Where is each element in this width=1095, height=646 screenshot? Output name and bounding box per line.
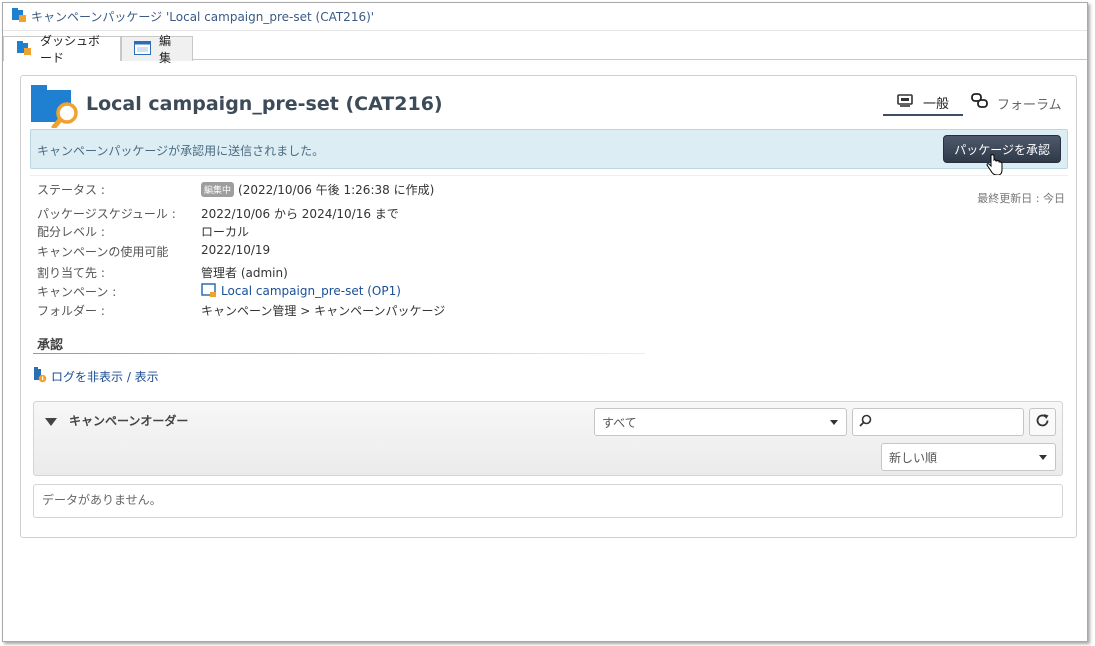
approval-section-title: 承認 — [37, 338, 64, 353]
tab-edit[interactable]: 編集 — [121, 34, 193, 65]
banner-message: キャンペーンパッケージが承認用に送信されました。 — [37, 144, 325, 158]
toggle-log-label: ログを非表示 / 表示 — [51, 369, 159, 384]
edit-form-icon — [134, 40, 151, 58]
status-badge: 編集中 — [201, 182, 235, 197]
campaign-orders-title: キャンペーンオーダー — [69, 414, 189, 428]
availability-label: キャンペーンの使用可能 — [37, 245, 169, 259]
folder-value: キャンペーン管理 > キャンペーンパッケージ — [201, 304, 446, 318]
assignee-value: 管理者 (admin) — [201, 266, 288, 280]
refresh-icon — [1035, 413, 1050, 431]
tab-forum-label: フォーラム — [997, 97, 1062, 113]
empty-state-message: データがありません。 — [42, 493, 162, 507]
campaign-orders-panel: キャンペーンオーダー すべて 新しい順 — [33, 401, 1063, 476]
last-updated: 最終更新日 : 今日 — [977, 192, 1065, 205]
approval-section-divider — [33, 353, 645, 354]
page-title: Local campaign_pre-set (CAT216) — [86, 93, 443, 115]
sort-select-value: 新しい順 — [889, 450, 938, 465]
status-value-wrap: 編集中 (2022/10/06 午後 1:26:38 に作成) — [201, 181, 434, 198]
status-value: (2022/10/06 午後 1:26:38 に作成) — [238, 183, 435, 197]
campaign-package-icon — [11, 7, 27, 26]
tab-dashboard-label: ダッシュボード — [40, 34, 101, 65]
collapse-caret-icon[interactable] — [45, 418, 57, 426]
tab-edit-label: 編集 — [159, 34, 172, 65]
distribution-label: 配分レベル : — [37, 225, 105, 239]
log-info-icon — [33, 366, 47, 386]
empty-state-box: データがありません。 — [33, 484, 1063, 518]
search-input[interactable] — [852, 408, 1024, 436]
availability-value: 2022/10/19 — [201, 243, 271, 257]
header-separator — [30, 175, 1068, 176]
dashboard-icon — [16, 40, 32, 59]
dashboard-panel: Local campaign_pre-set (CAT216) 一般 フォーラム — [20, 75, 1077, 538]
toggle-log-link[interactable]: ログを非表示 / 表示 — [33, 366, 159, 386]
window-titlebar: キャンペーンパッケージ 'Local campaign_pre-set (CAT… — [3, 3, 1087, 31]
window-tab-bar: ダッシュボード 編集 — [3, 34, 1087, 65]
campaign-package-search-icon — [29, 82, 79, 131]
tab-dashboard[interactable]: ダッシュボード — [3, 34, 121, 65]
chevron-down-icon — [1039, 455, 1047, 460]
campaign-package-window: キャンペーンパッケージ 'Local campaign_pre-set (CAT… — [2, 2, 1088, 642]
sort-select[interactable]: 新しい順 — [881, 443, 1056, 471]
tab-general[interactable]: 一般 — [883, 90, 963, 116]
filter-select[interactable]: すべて — [594, 408, 847, 436]
campaign-icon — [201, 283, 217, 301]
schedule-value: 2022/10/06 から 2024/10/16 まで — [201, 207, 399, 221]
status-banner: キャンペーンパッケージが承認用に送信されました。 パッケージを承認 — [30, 129, 1068, 176]
tab-general-label: 一般 — [922, 96, 949, 112]
schedule-label: パッケージスケジュール : — [37, 207, 176, 221]
search-icon — [859, 414, 872, 430]
forum-icon — [971, 93, 989, 113]
campaign-label: キャンペーン : — [37, 285, 117, 299]
general-icon — [897, 93, 915, 111]
campaign-link[interactable]: Local campaign_pre-set (OP1) — [221, 284, 401, 298]
assignee-label: 割り当て先 : — [37, 266, 105, 280]
tab-forum[interactable]: フォーラム — [971, 90, 1071, 116]
folder-label: フォルダー : — [37, 304, 105, 318]
status-label: ステータス : — [37, 183, 105, 197]
distribution-value: ローカル — [201, 225, 250, 239]
chevron-down-icon — [830, 420, 838, 425]
window-title: キャンペーンパッケージ 'Local campaign_pre-set (CAT… — [31, 10, 375, 24]
refresh-button[interactable] — [1029, 408, 1056, 436]
filter-select-value: すべて — [602, 415, 637, 430]
campaign-value-wrap: Local campaign_pre-set (OP1) — [201, 283, 401, 301]
